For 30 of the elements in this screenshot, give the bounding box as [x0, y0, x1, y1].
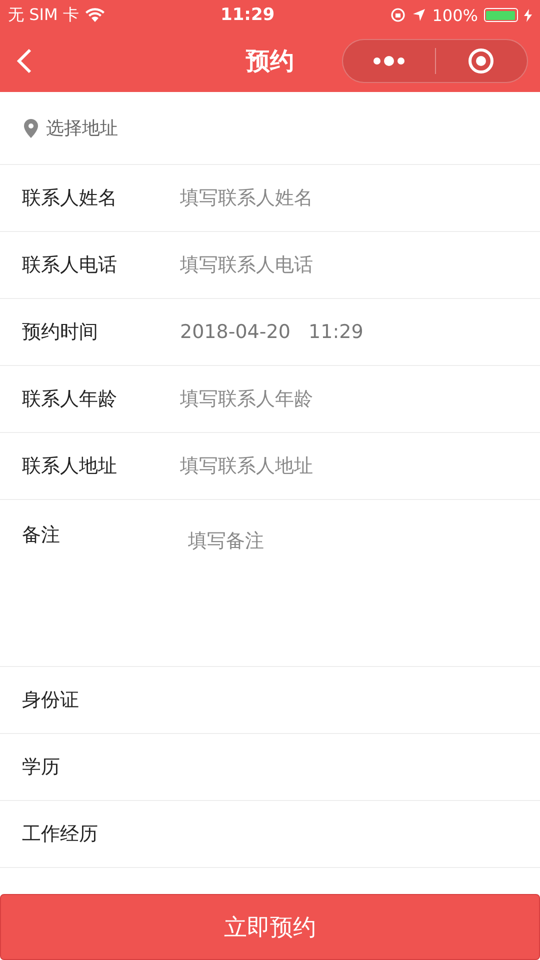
wifi-icon: [84, 8, 105, 22]
field-label: 联系人姓名: [22, 186, 118, 211]
battery-percent: 100%: [432, 6, 478, 24]
more-icon[interactable]: [372, 55, 406, 67]
back-icon[interactable]: [14, 47, 34, 75]
location-arrow-icon: [412, 8, 426, 22]
field-label: 身份证: [22, 688, 80, 713]
address-picker[interactable]: 选择地址: [46, 116, 118, 140]
field-label: 联系人年龄: [22, 387, 118, 412]
text-field[interactable]: 填写联系人姓名: [180, 187, 480, 209]
location-pin-icon: [24, 118, 38, 138]
text-field[interactable]: 填写联系人电话: [180, 254, 480, 276]
field-label: 学历: [22, 755, 61, 780]
submit-button[interactable]: 立即预约: [0, 894, 540, 960]
close-target-icon[interactable]: [467, 47, 496, 75]
field-label: 备注: [22, 523, 61, 548]
battery-icon: [484, 8, 518, 22]
field-label: 工作经历: [22, 822, 99, 847]
field-label: 联系人地址: [22, 454, 118, 479]
charging-icon: [524, 8, 532, 22]
datetime-picker[interactable]: 2018-04-20 11:29: [180, 321, 364, 343]
field-label: 联系人电话: [22, 253, 118, 278]
field-label: 预约时间: [22, 320, 99, 345]
remarks-field[interactable]: 填写备注: [188, 528, 508, 648]
rotation-lock-icon: [390, 7, 406, 23]
text-field[interactable]: 填写联系人地址: [180, 455, 480, 477]
clock-text: 11:29: [220, 5, 275, 25]
carrier-text: 无 SIM 卡: [8, 4, 79, 26]
text-field[interactable]: 填写联系人年龄: [180, 388, 480, 410]
page-title: 预约: [246, 46, 294, 77]
